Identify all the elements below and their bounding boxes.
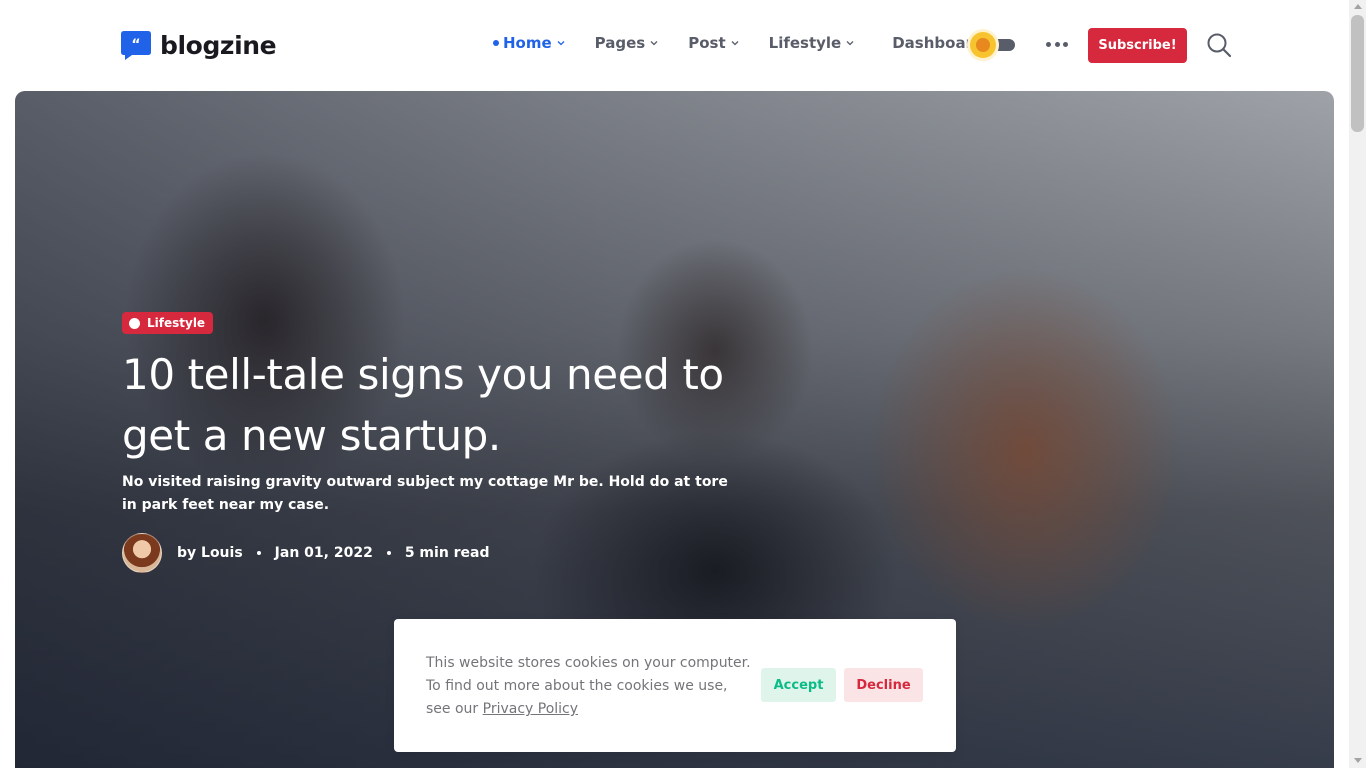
nav-item-label: Post: [688, 34, 726, 52]
navbar: “ blogzine Home Pages Post Lifestyle Das…: [0, 0, 1349, 90]
page: “ blogzine Home Pages Post Lifestyle Das…: [0, 0, 1366, 768]
hero-content: Lifestyle 10 tell-tale signs you need to…: [122, 312, 782, 573]
scroll-down-arrow-icon[interactable]: [1354, 758, 1362, 763]
read-time: 5 min read: [404, 545, 490, 561]
logo-text: blogzine: [160, 30, 277, 60]
category-label: Lifestyle: [147, 316, 206, 330]
chevron-down-icon: [557, 41, 565, 46]
category-badge[interactable]: Lifestyle: [122, 312, 214, 334]
post-meta: by Louis Jan 01, 2022 5 min read: [122, 533, 782, 573]
main-nav: Home Pages Post Lifestyle Dashboard: [493, 34, 1014, 52]
cookie-message: This website stores cookies on your comp…: [426, 652, 751, 721]
search-icon[interactable]: [1206, 32, 1232, 58]
scroll-up-arrow-icon[interactable]: [1354, 4, 1362, 9]
logo[interactable]: “ blogzine: [120, 29, 277, 61]
privacy-policy-link[interactable]: Privacy Policy: [483, 701, 578, 717]
nav-item-label: Home: [503, 34, 552, 52]
meta-separator: [256, 551, 261, 555]
accept-button[interactable]: Accept: [761, 668, 836, 702]
cookie-text: This website stores cookies on your comp…: [426, 655, 751, 717]
nav-item-label: Lifestyle: [768, 34, 842, 52]
post-title[interactable]: 10 tell-tale signs you need to get a new…: [122, 344, 772, 466]
nav-item-post[interactable]: Post: [688, 34, 739, 52]
more-dots-icon[interactable]: [1046, 36, 1068, 52]
author-name[interactable]: by Louis: [177, 545, 243, 561]
sun-icon: [970, 32, 996, 58]
chevron-down-icon: [650, 41, 658, 46]
svg-text:“: “: [131, 37, 140, 53]
decline-button[interactable]: Decline: [844, 668, 923, 702]
active-dot: [493, 40, 499, 46]
scrollbar[interactable]: [1349, 0, 1366, 768]
subscribe-button[interactable]: Subscribe!: [1088, 28, 1187, 63]
nav-item-label: Pages: [594, 34, 646, 52]
chevron-down-icon: [846, 41, 854, 46]
chevron-down-icon: [731, 41, 739, 46]
theme-toggle[interactable]: [970, 32, 1018, 58]
badge-dot-icon: [129, 317, 140, 329]
avatar[interactable]: [122, 533, 162, 573]
cookie-banner: This website stores cookies on your comp…: [394, 619, 956, 752]
post-date: Jan 01, 2022: [274, 545, 373, 561]
nav-item-lifestyle[interactable]: Lifestyle: [769, 34, 855, 52]
logo-quote-icon: “: [121, 31, 151, 60]
nav-item-pages[interactable]: Pages: [595, 34, 659, 52]
post-excerpt: No visited raising gravity outward subje…: [122, 474, 728, 513]
meta-separator: [386, 551, 391, 555]
nav-item-home[interactable]: Home: [493, 34, 565, 52]
scroll-thumb[interactable]: [1351, 15, 1364, 132]
